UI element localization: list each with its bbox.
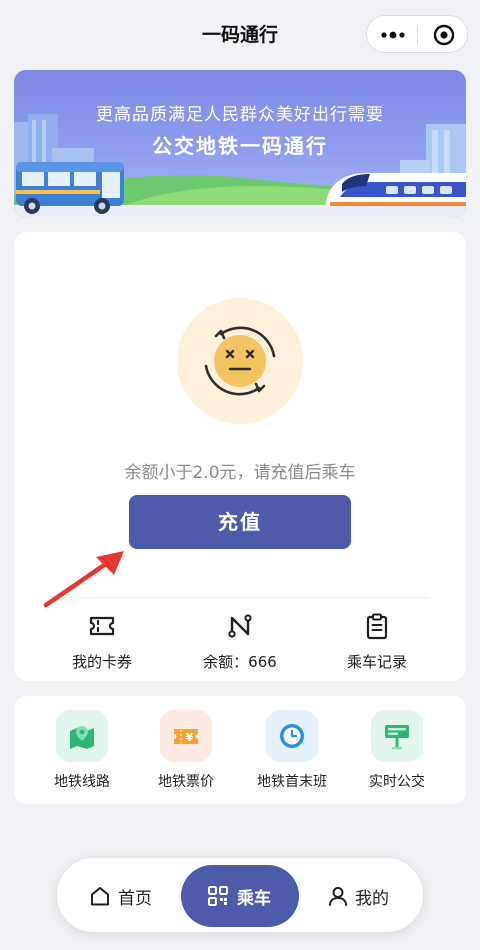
clipboard-icon [366,613,388,640]
metro-fares-label: 地铁票价 [158,774,214,790]
realtime-bus-tile [371,710,423,762]
user-icon [329,887,347,906]
services-panel: 地铁线路 ¥ 地铁票价 地铁首末班 实时公交 [14,696,466,804]
bottom-tab-bar: 首页 乘车 我的 [56,857,424,933]
metro-first-last-tile [266,710,318,762]
svg-text:¥: ¥ [186,731,194,744]
service-metro-first-last[interactable]: 地铁首末班 [242,710,342,790]
balance-n-icon [228,614,252,638]
clock-icon [280,724,304,748]
banner-headline: 更高品质满足人民群众美好出行需要 [96,105,384,125]
service-realtime-bus[interactable]: 实时公交 [347,710,447,790]
fare-ticket-icon: ¥ [174,729,198,744]
metro-first-last-label: 地铁首末班 [257,774,327,790]
service-metro-lines[interactable]: 地铁线路 [32,710,132,790]
ticket-icon [89,616,115,636]
banner-title: 公交地铁一码通行 [152,134,328,158]
more-button[interactable] [367,16,417,54]
metro-lines-label: 地铁线路 [54,774,110,790]
ride-records-link[interactable]: 乘车记录 [307,608,447,674]
balance-card: 余额小于2.0元，请充值后乘车 充值 我的卡券 余额：666 乘车记录 [14,232,466,681]
dizzy-face-refresh-icon [177,298,303,424]
miniprogram-capsule [366,15,468,53]
recharge-button[interactable]: 充值 [129,495,351,549]
realtime-bus-label: 实时公交 [369,774,425,790]
home-icon [91,887,109,906]
tab-home-label: 首页 [118,889,152,909]
tab-ride[interactable]: 乘车 [181,865,299,927]
balance-label: 余额：666 [203,653,277,671]
annotation-arrow-icon [43,551,124,608]
ellipsis-icon [381,31,405,39]
target-close-icon [433,24,455,46]
metro-map-icon [70,726,94,749]
my-coupons-label: 我的卡券 [71,653,132,671]
bus-stop-sign-icon [385,725,409,750]
my-coupons-link[interactable]: 我的卡券 [32,608,172,674]
qrcode-icon [208,886,228,906]
close-miniprogram-button[interactable] [418,16,469,54]
tab-ride-label: 乘车 [237,889,271,909]
tab-mine-label: 我的 [355,889,389,909]
tab-home[interactable]: 首页 [75,858,185,934]
balance-status-text: 余额小于2.0元，请充值后乘车 [124,463,356,483]
promo-banner[interactable]: 更高品质满足人民群众美好出行需要 公交地铁一码通行 [14,70,466,217]
service-metro-fares[interactable]: ¥ 地铁票价 [136,710,236,790]
ride-records-label: 乘车记录 [346,653,407,671]
balance-link[interactable]: 余额：666 [170,608,310,674]
top-bar: 一码通行 [0,0,480,66]
metro-lines-tile [56,710,108,762]
tab-mine[interactable]: 我的 [313,858,423,934]
metro-fares-tile: ¥ [160,710,212,762]
